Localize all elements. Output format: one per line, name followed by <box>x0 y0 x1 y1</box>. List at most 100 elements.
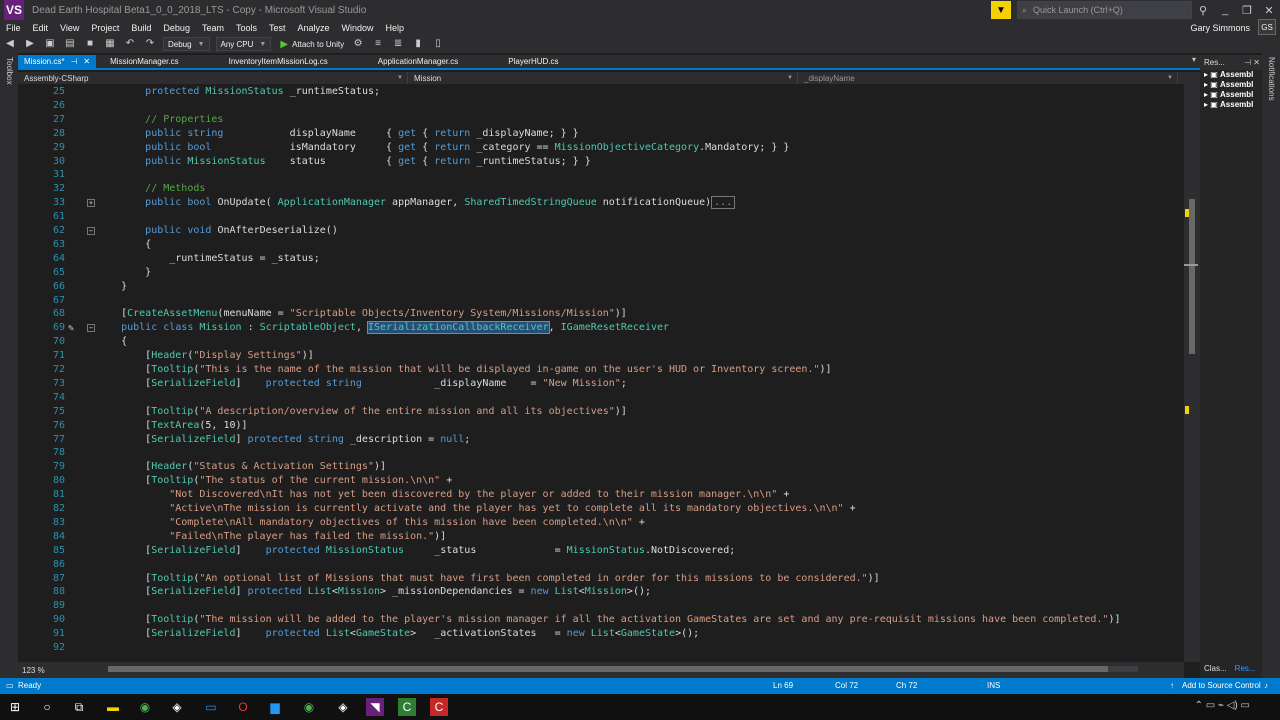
line-number[interactable]: 74 <box>18 391 65 405</box>
code-line[interactable]: 65 } <box>18 266 1184 280</box>
close-icon[interactable]: ✕ <box>83 57 90 66</box>
code-line[interactable]: 83 "Complete\nAll mandatory objectives o… <box>18 516 1184 530</box>
tree-item[interactable]: ▸ ▣ Assembl <box>1200 70 1262 80</box>
menu-project[interactable]: Project <box>85 23 125 33</box>
opera-icon[interactable]: O <box>234 698 252 716</box>
tab-class-view[interactable]: Clas... <box>1200 663 1231 674</box>
code-line[interactable]: 76 [TextArea(5, 10)] <box>18 419 1184 433</box>
notifications-strip[interactable]: Notifications <box>1262 53 1280 678</box>
debug-options-icon[interactable]: ⚙ <box>351 38 365 50</box>
configuration-select[interactable]: Debug ▼ <box>163 37 210 51</box>
play-icon[interactable]: ▶ <box>280 39 288 50</box>
photoshop-icon[interactable]: ▆ <box>266 698 284 716</box>
prev-bookmark-icon[interactable]: ▯ <box>431 38 445 50</box>
member-dropdown[interactable]: _displayName ▼ <box>798 72 1178 84</box>
line-number[interactable]: 63 <box>18 238 65 252</box>
file-explorer-icon[interactable]: ▬ <box>104 698 122 716</box>
menu-help[interactable]: Help <box>380 23 411 33</box>
new-project-icon[interactable]: ▣ <box>43 38 57 50</box>
code-line[interactable]: 86 <box>18 558 1184 572</box>
line-number[interactable]: 75 <box>18 405 65 419</box>
code-editor[interactable]: 25 protected MissionStatus _runtimeStatu… <box>18 84 1184 662</box>
quick-actions-icon[interactable]: ✎ <box>68 322 74 336</box>
menu-build[interactable]: Build <box>125 23 157 33</box>
line-number[interactable]: 65 <box>18 266 65 280</box>
code-line[interactable]: 33 + public bool OnUpdate( ApplicationMan… <box>18 196 1184 210</box>
line-number[interactable]: 87 <box>18 572 65 586</box>
save-all-icon[interactable]: ▦ <box>103 38 117 50</box>
line-number[interactable]: 71 <box>18 349 65 363</box>
line-number[interactable]: 64 <box>18 252 65 266</box>
code-line[interactable]: 90 [Tooltip("The mission will be added t… <box>18 613 1184 627</box>
camtasia-recorder-icon[interactable]: C <box>430 698 448 716</box>
code-line[interactable]: 68 [CreateAssetMenu(menuName = "Scriptab… <box>18 307 1184 321</box>
notification-bell-icon[interactable]: ♪ <box>1264 681 1268 690</box>
line-number[interactable]: 91 <box>18 627 65 641</box>
zoom-level[interactable]: 123 % <box>22 666 45 675</box>
code-line[interactable]: 85 [SerializeField] protected MissionSta… <box>18 544 1184 558</box>
menu-test[interactable]: Test <box>263 23 292 33</box>
code-line[interactable]: 31 <box>18 168 1184 182</box>
code-line[interactable]: 67 <box>18 294 1184 308</box>
code-line[interactable]: 88 [SerializeField] protected List<Missi… <box>18 585 1184 599</box>
tab-playerhud-cs[interactable]: PlayerHUD.cs <box>502 55 564 68</box>
code-line[interactable]: 62 − public void OnAfterDeserialize() <box>18 224 1184 238</box>
menu-edit[interactable]: Edit <box>27 23 55 33</box>
code-line[interactable]: 27 // Properties <box>18 113 1184 127</box>
line-number[interactable]: 33 <box>18 196 65 210</box>
line-number[interactable]: 82 <box>18 502 65 516</box>
line-number[interactable]: 90 <box>18 613 65 627</box>
line-number[interactable]: 68 <box>18 307 65 321</box>
code-line[interactable]: 77 [SerializeField] protected string _de… <box>18 433 1184 447</box>
tab-missionmanager-cs[interactable]: MissionManager.cs <box>104 55 184 68</box>
attach-to-unity-button[interactable]: Attach to Unity <box>292 40 344 49</box>
line-number[interactable]: 84 <box>18 530 65 544</box>
line-number[interactable]: 79 <box>18 460 65 474</box>
tab-inventoryitemmissionlog-cs[interactable]: InventoryItemMissionLog.cs <box>223 55 334 68</box>
comment-icon[interactable]: ≡ <box>371 38 385 50</box>
collapse-icon[interactable]: − <box>87 227 95 235</box>
code-line[interactable]: 84 "Failed\nThe player has failed the mi… <box>18 530 1184 544</box>
collapse-icon[interactable]: − <box>87 324 95 333</box>
line-number[interactable]: 81 <box>18 488 65 502</box>
tree-item[interactable]: ▸ ▣ Assembl <box>1200 80 1262 90</box>
code-line[interactable]: 70 { <box>18 335 1184 349</box>
code-line[interactable]: 28 public string displayName { get { ret… <box>18 127 1184 141</box>
line-number[interactable]: 27 <box>18 113 65 127</box>
menu-debug[interactable]: Debug <box>157 23 196 33</box>
line-number[interactable]: 80 <box>18 474 65 488</box>
tab-resource-view[interactable]: Res... <box>1231 663 1260 674</box>
save-icon[interactable]: ■ <box>83 38 97 50</box>
code-line[interactable]: 69 − ✎ public class Mission : ScriptableOb… <box>18 321 1184 335</box>
platform-select[interactable]: Any CPU ▼ <box>215 37 272 51</box>
menu-window[interactable]: Window <box>336 23 380 33</box>
scrollbar-thumb[interactable] <box>108 666 1108 672</box>
line-number[interactable]: 85 <box>18 544 65 558</box>
minimize-button[interactable]: _ <box>1214 4 1236 16</box>
code-line[interactable]: 61 <box>18 210 1184 224</box>
line-number[interactable]: 70 <box>18 335 65 349</box>
code-line[interactable]: 75 [Tooltip("A description/overview of t… <box>18 405 1184 419</box>
tab-applicationmanager-cs[interactable]: ApplicationManager.cs <box>372 55 465 68</box>
chrome-icon[interactable]: ◉ <box>300 698 318 716</box>
line-number[interactable]: 66 <box>18 280 65 294</box>
mail-icon[interactable]: ▭ <box>202 698 220 716</box>
redo-icon[interactable]: ↷ <box>143 38 157 50</box>
code-line[interactable]: 26 <box>18 99 1184 113</box>
menu-analyze[interactable]: Analyze <box>292 23 336 33</box>
line-number[interactable]: 32 <box>18 182 65 196</box>
type-dropdown[interactable]: Mission ▼ <box>408 72 798 84</box>
code-line[interactable]: 63 { <box>18 238 1184 252</box>
scrollbar-thumb[interactable] <box>1189 199 1195 354</box>
menu-team[interactable]: Team <box>196 23 230 33</box>
line-number[interactable]: 30 <box>18 155 65 169</box>
line-number[interactable]: 76 <box>18 419 65 433</box>
toolbox-strip[interactable]: Toolbox <box>0 53 18 678</box>
code-line[interactable]: 32 // Methods <box>18 182 1184 196</box>
code-line[interactable]: 72 [Tooltip("This is the name of the mis… <box>18 363 1184 377</box>
tab-mission-cs[interactable]: Mission.cs* ⊣ ✕ <box>18 55 97 68</box>
visual-studio-logo-icon[interactable]: VS <box>4 0 24 20</box>
bookmark-icon[interactable]: ▮ <box>411 38 425 50</box>
avatar[interactable]: GS <box>1258 19 1276 35</box>
menu-tools[interactable]: Tools <box>230 23 263 33</box>
